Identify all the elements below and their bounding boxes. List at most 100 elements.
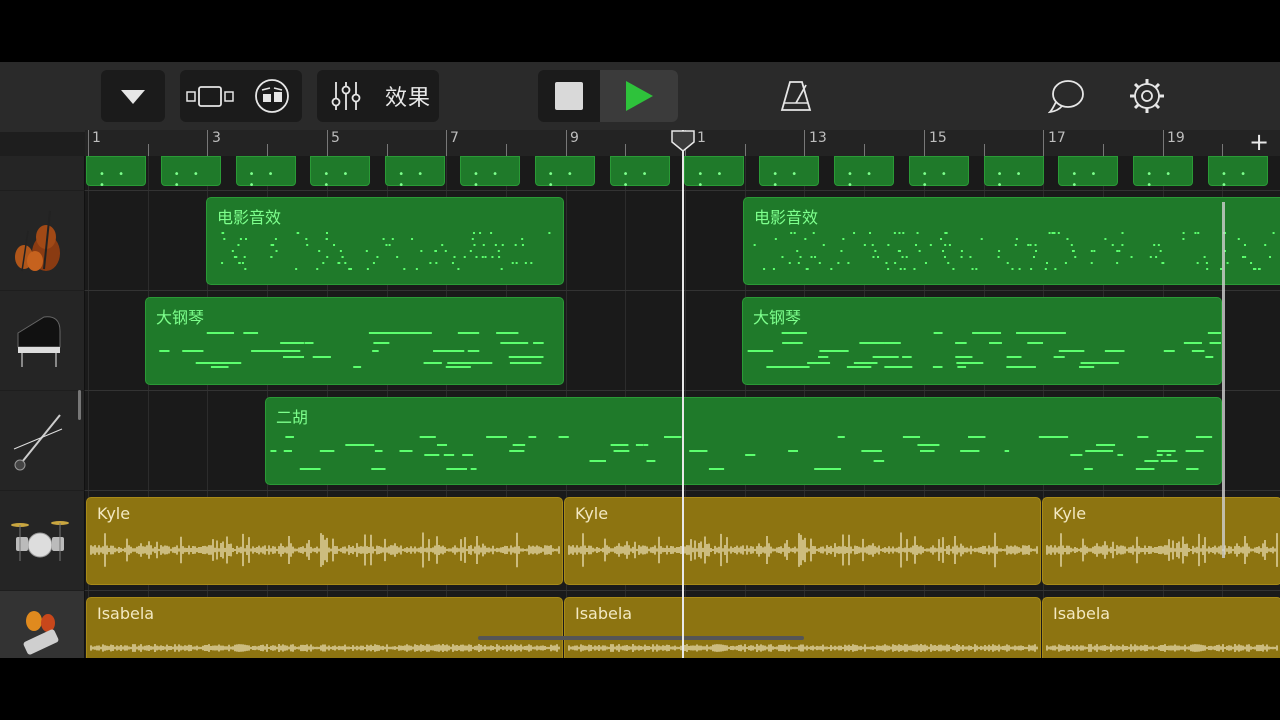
track-header-drums[interactable] (0, 491, 85, 590)
drum-instrument-icon (255, 79, 289, 113)
control-bar: 效果 (0, 62, 1280, 132)
stop-button[interactable] (538, 70, 600, 122)
audio-region[interactable]: Kyle (86, 497, 563, 585)
chevron-down-icon (101, 70, 165, 122)
play-button[interactable] (600, 70, 678, 122)
audio-region[interactable]: Isabela (86, 597, 563, 658)
grand-piano-track-icon (17, 316, 61, 367)
gear-icon (1130, 79, 1164, 113)
beat-region[interactable]: • • • (1133, 156, 1194, 191)
beat-dots: • • • (473, 169, 503, 191)
midi-region[interactable]: 二胡 (265, 397, 1222, 485)
midi-region[interactable]: 大钢琴 (742, 297, 1222, 385)
audio-region[interactable]: Kyle (1042, 497, 1280, 585)
beat-region[interactable]: • • • (460, 156, 520, 191)
track-header-grand-piano[interactable] (0, 291, 85, 390)
ruler-tick (1162, 130, 1164, 156)
grid-line (446, 156, 448, 190)
track-area: • • • • • • • • • • • • • • • • • • • • • • • •… (0, 156, 1280, 658)
bar-number: 15 (929, 130, 947, 146)
beat-region[interactable]: • • • (834, 156, 894, 191)
beat-region[interactable]: • • • (684, 156, 745, 191)
bar-number: 13 (809, 130, 827, 146)
beat-region[interactable]: • • • (235, 156, 296, 191)
ruler-tick (326, 130, 328, 156)
grid-line (565, 291, 567, 390)
beat-dots: • • • (921, 169, 952, 191)
bar-number: 19 (1167, 130, 1185, 146)
audio-region[interactable]: Kyle (564, 497, 1041, 585)
view-group (180, 70, 302, 122)
beat-region[interactable]: • • • (908, 156, 969, 191)
audio-region[interactable]: Isabela (1042, 597, 1280, 658)
grid-line (744, 156, 746, 190)
ruler-tick (983, 144, 985, 156)
grid-line (685, 191, 686, 290)
track-header-strings[interactable] (0, 191, 85, 290)
grid-line (565, 191, 567, 290)
bar-number: 7 (450, 130, 459, 146)
beat-dots: • • • (173, 169, 204, 191)
stop-icon (555, 82, 583, 110)
browser-button[interactable] (101, 70, 165, 122)
ruler-tick (1043, 130, 1045, 156)
garageband-tracks-view: 效果 1 3 5 7 9 1 13 15 17 19 + • • • • • •… (0, 62, 1280, 658)
midi-region[interactable]: 电影音效 (743, 197, 1280, 285)
beat-region[interactable]: • • • (1058, 156, 1119, 191)
loop-browser-icon (1048, 80, 1084, 114)
bar-number: 1 (92, 130, 101, 146)
track-header-drum-machine[interactable] (0, 156, 85, 190)
bar-number: 9 (570, 130, 579, 146)
instrument-button[interactable] (242, 70, 302, 122)
beat-dots: • • • (1146, 169, 1177, 191)
beat-region[interactable]: • • • (983, 156, 1044, 191)
track-header-shaker[interactable] (0, 591, 85, 658)
tracks-view-button[interactable] (180, 70, 240, 122)
shaker-track-icon (23, 611, 59, 655)
ruler-tick (565, 130, 567, 156)
beat-region[interactable]: • • • (609, 156, 670, 191)
metronome-button[interactable] (776, 70, 816, 122)
mixer-button[interactable] (317, 70, 375, 122)
beat-dots: • • • (248, 169, 279, 191)
beat-region[interactable]: • • • (310, 156, 371, 191)
region-end-marker[interactable] (1222, 202, 1225, 558)
grid-line (207, 391, 209, 490)
ruler-tick (207, 130, 209, 156)
settings-button[interactable] (1126, 70, 1168, 122)
beat-dots: • • • (323, 169, 354, 191)
tracks-view-icon (186, 86, 234, 107)
beat-region[interactable]: • • • (1208, 156, 1268, 191)
beat-dots: • • • (547, 169, 578, 191)
bar-number: 3 (212, 130, 221, 146)
ruler-tick (446, 130, 448, 156)
midi-region[interactable]: 大钢琴 (145, 297, 564, 385)
fx-button[interactable]: 效果 (379, 70, 437, 122)
beat-dots: • • • (99, 169, 129, 191)
ruler-tick (1222, 144, 1224, 156)
add-section-button[interactable]: + (1249, 128, 1269, 156)
ruler-tick (804, 130, 806, 156)
horizontal-scrollbar[interactable] (478, 636, 804, 640)
audio-region[interactable]: Isabela (564, 597, 1041, 658)
playhead-line[interactable] (682, 130, 684, 658)
beat-dots: • • • (996, 169, 1027, 191)
transport-group (538, 70, 678, 122)
bar-number: 17 (1048, 130, 1066, 146)
beat-dots: • • • (1221, 169, 1251, 191)
grid-line (88, 391, 89, 490)
beat-region[interactable]: • • • (160, 156, 221, 191)
midi-region[interactable]: 电影音效 (206, 197, 564, 285)
beat-region[interactable]: • • • (759, 156, 820, 191)
beat-region[interactable]: • • • (86, 156, 146, 191)
metronome-icon (780, 81, 812, 111)
beat-region[interactable]: • • • (534, 156, 595, 191)
mixer-group: 效果 (317, 70, 439, 122)
beat-dots: • • • (697, 169, 728, 191)
beat-region[interactable]: • • • (385, 156, 446, 191)
loop-browser-button[interactable] (1046, 70, 1088, 122)
ruler-tick (864, 144, 866, 156)
playhead-handle[interactable] (670, 130, 696, 152)
track-header-erhu[interactable] (0, 391, 85, 490)
vertical-scrollbar[interactable] (78, 390, 81, 420)
